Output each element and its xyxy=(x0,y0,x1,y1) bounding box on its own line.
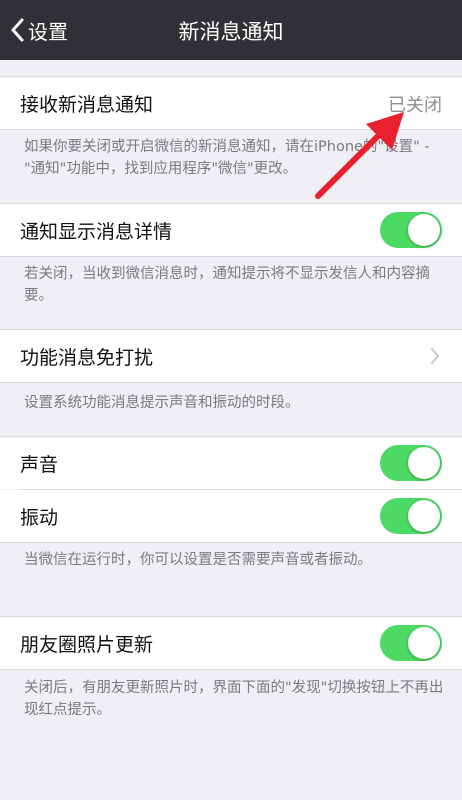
receive-notifications-label: 接收新消息通知 xyxy=(20,94,154,116)
sound-row: 声音 xyxy=(0,437,462,489)
toggle-knob xyxy=(408,627,440,659)
show-details-label: 通知显示消息详情 xyxy=(20,221,173,243)
vibrate-label: 振动 xyxy=(20,507,59,529)
divider xyxy=(0,542,462,543)
sound-label: 声音 xyxy=(20,454,59,476)
chevron-right-icon xyxy=(431,348,439,364)
divider xyxy=(0,382,462,383)
show-details-note: 若关闭，当收到微信消息时，通知提示将不显示发信人和内容摘要。 xyxy=(24,266,430,304)
show-details-row: 通知显示消息详情 xyxy=(0,204,462,256)
sound-vibrate-note: 当微信在运行时，你可以设置是否需要声音或者振动。 xyxy=(24,552,372,568)
receive-notifications-value: 已关闭 xyxy=(388,95,442,116)
do-not-disturb-row[interactable]: 功能消息免打扰 xyxy=(0,330,462,382)
vibrate-toggle[interactable] xyxy=(380,498,442,534)
moments-updates-label: 朋友圈照片更新 xyxy=(20,634,154,656)
toggle-knob xyxy=(408,214,440,246)
page-title: 新消息通知 xyxy=(178,20,284,44)
vibrate-row: 振动 xyxy=(0,490,462,542)
toggle-knob xyxy=(408,447,440,479)
do-not-disturb-label: 功能消息免打扰 xyxy=(20,347,154,369)
sound-toggle[interactable] xyxy=(380,445,442,481)
moments-updates-row: 朋友圈照片更新 xyxy=(0,617,462,669)
divider xyxy=(0,256,462,257)
receive-notifications-row[interactable]: 接收新消息通知 已关闭 xyxy=(0,77,462,129)
divider xyxy=(0,669,462,670)
do-not-disturb-note: 设置系统功能消息提示声音和振动的时段。 xyxy=(24,395,300,411)
moments-updates-toggle[interactable] xyxy=(380,625,442,661)
navigation-bar: 设置 新消息通知 xyxy=(0,0,462,60)
moments-updates-note: 关闭后，有朋友更新照片时，界面下面的"发现"切换按钮上不再出现红点提示。 xyxy=(24,680,444,718)
show-details-toggle[interactable] xyxy=(380,212,442,248)
toggle-knob xyxy=(408,500,440,532)
divider xyxy=(0,129,462,130)
receive-notifications-note: 如果你要关闭或开启微信的新消息通知，请在iPhone的"设置" - "通知"功能… xyxy=(24,139,430,177)
